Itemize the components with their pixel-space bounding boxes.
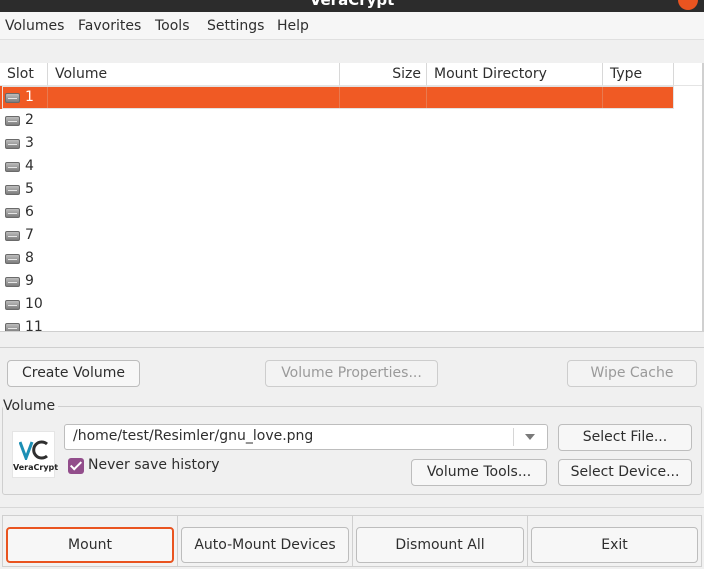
drive-icon <box>5 277 20 287</box>
drive-icon <box>5 323 20 331</box>
slot-number: 4 <box>25 158 34 174</box>
table-row[interactable]: 8 <box>0 247 674 270</box>
menu-favorites[interactable]: Favorites <box>78 18 141 34</box>
volume-group-label: Volume <box>3 398 59 414</box>
slot-number: 5 <box>25 181 34 197</box>
drive-icon <box>5 254 20 264</box>
table-row[interactable]: 1 <box>0 86 674 109</box>
slot-number: 9 <box>25 273 34 289</box>
table-row[interactable]: 7 <box>0 224 674 247</box>
table-row[interactable]: 5 <box>0 178 674 201</box>
drive-icon <box>5 93 20 103</box>
volume-properties-button[interactable]: Volume Properties... <box>265 360 438 387</box>
table-row[interactable]: 11 <box>0 316 674 332</box>
never-save-history-checkbox[interactable] <box>68 458 84 474</box>
logo-text: VeraCrypt <box>13 463 59 472</box>
column-header-size[interactable]: Size <box>340 63 427 86</box>
slot-list[interactable]: Slot Volume Size Mount Directory Type 1 … <box>0 63 704 332</box>
select-device-button[interactable]: Select Device... <box>558 459 692 486</box>
slot-number: 8 <box>25 250 34 266</box>
table-row[interactable]: 6 <box>0 201 674 224</box>
volume-path-combo[interactable]: /home/test/Resimler/gnu_love.png <box>64 424 548 450</box>
table-row[interactable]: 2 <box>0 109 674 132</box>
veracrypt-logo-icon <box>19 440 48 460</box>
column-header-slot[interactable]: Slot <box>0 63 48 86</box>
mount-button[interactable]: Mount <box>6 527 174 563</box>
window-title: VeraCrypt <box>309 0 395 9</box>
select-file-button[interactable]: Select File... <box>558 424 692 451</box>
table-row[interactable]: 3 <box>0 132 674 155</box>
column-header-type[interactable]: Type <box>603 63 674 86</box>
mount-cell: Mount <box>2 515 178 567</box>
wipe-cache-button[interactable]: Wipe Cache <box>567 360 697 387</box>
slot-number: 1 <box>25 89 34 105</box>
create-volume-button[interactable]: Create Volume <box>7 360 140 387</box>
auto-mount-cell: Auto-Mount Devices <box>177 515 353 567</box>
menu-tools[interactable]: Tools <box>155 18 190 34</box>
title-bar: VeraCrypt <box>0 0 704 12</box>
veracrypt-logo: VeraCrypt <box>12 431 59 478</box>
divider <box>0 507 704 508</box>
divider <box>0 347 704 348</box>
exit-cell: Exit <box>527 515 702 567</box>
menu-help[interactable]: Help <box>277 18 309 34</box>
volume-path-value[interactable]: /home/test/Resimler/gnu_love.png <box>73 428 313 444</box>
menu-bar: Volumes Favorites Tools Settings Help <box>0 12 704 40</box>
exit-button[interactable]: Exit <box>531 527 698 563</box>
column-header-mount-directory[interactable]: Mount Directory <box>427 63 603 86</box>
menu-volumes[interactable]: Volumes <box>5 18 64 34</box>
table-row[interactable]: 9 <box>0 270 674 293</box>
drive-icon <box>5 300 20 310</box>
slot-number: 7 <box>25 227 34 243</box>
slot-number: 6 <box>25 204 34 220</box>
column-header-volume[interactable]: Volume <box>48 63 340 86</box>
slot-number: 10 <box>25 296 43 312</box>
slot-number: 11 <box>25 319 43 332</box>
auto-mount-devices-button[interactable]: Auto-Mount Devices <box>181 527 349 563</box>
drive-icon <box>5 116 20 126</box>
drive-icon <box>5 231 20 241</box>
chevron-down-icon[interactable] <box>525 434 535 440</box>
slot-number: 3 <box>25 135 34 151</box>
column-header-filler <box>674 63 704 86</box>
table-row[interactable]: 4 <box>0 155 674 178</box>
slot-number: 2 <box>25 112 34 128</box>
dismount-all-button[interactable]: Dismount All <box>356 527 524 563</box>
drive-icon <box>5 185 20 195</box>
volume-tools-button[interactable]: Volume Tools... <box>411 459 547 486</box>
drive-icon <box>5 208 20 218</box>
menu-settings[interactable]: Settings <box>207 18 264 34</box>
dismount-all-cell: Dismount All <box>352 515 528 567</box>
drive-icon <box>5 139 20 149</box>
never-save-history-label[interactable]: Never save history <box>88 457 220 473</box>
drive-icon <box>5 162 20 172</box>
table-row[interactable]: 10 <box>0 293 674 316</box>
